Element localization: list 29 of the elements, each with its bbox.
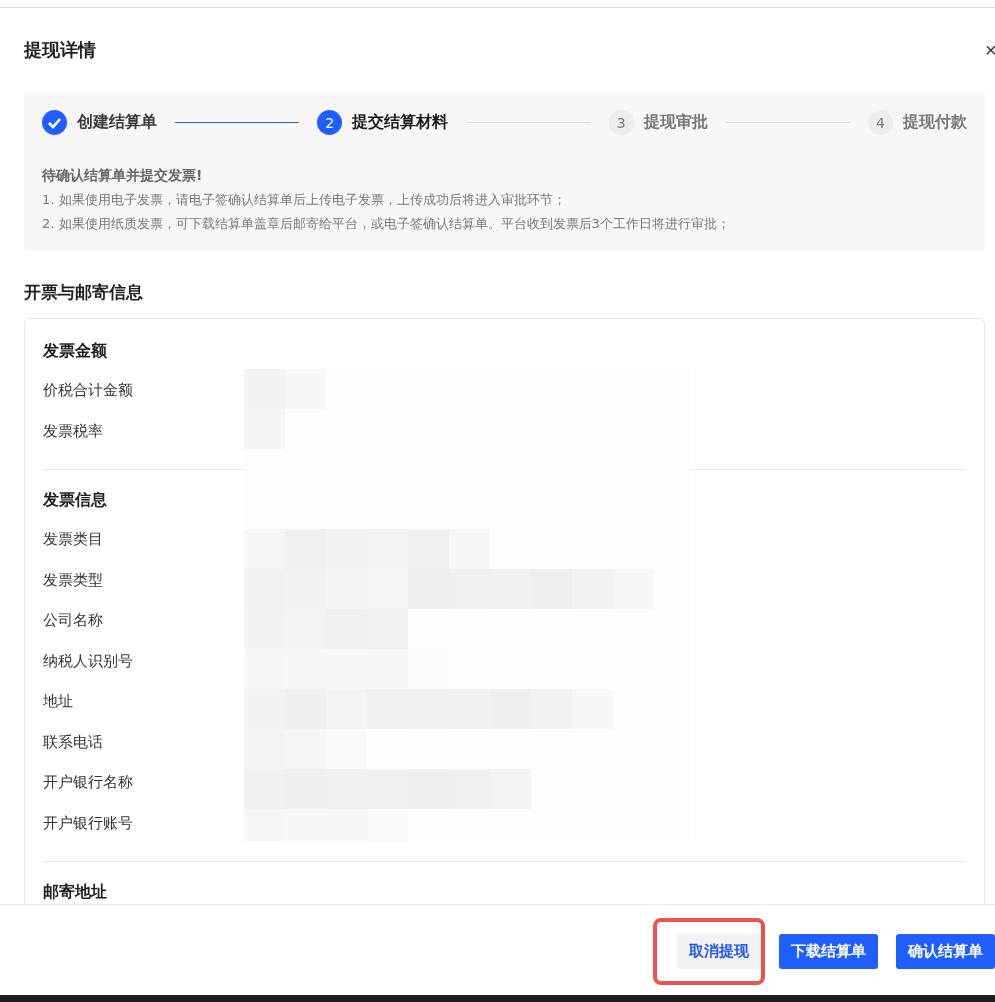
step-number: 2	[317, 110, 343, 135]
notice-text: 2. 如果使用纸质发票，可下载结算单盖章后邮寄给平台，或电子签确认结算单。平台收到发票后3个工作日将进行审批；	[42, 215, 731, 233]
step-label: 提现审批	[643, 112, 708, 133]
field-label: 地址	[43, 691, 74, 712]
field-label: 发票税率	[43, 420, 104, 442]
group-title: 发票金额	[43, 341, 108, 362]
step-number: 3	[608, 110, 634, 135]
dialog-title: 提现详情	[24, 38, 96, 62]
section-title: 开票与邮寄信息	[24, 281, 144, 304]
field-label: 价税合计金额	[43, 380, 134, 401]
field-label: 发票类目	[43, 529, 104, 550]
primary-button[interactable]: 确认结算单	[896, 933, 995, 969]
group-title: 邮寄地址	[43, 882, 108, 903]
notice-text: 1. 如果使用电子发票，请电子签确认结算单后上传电子发票，上传成功后将进入审批环节；	[42, 191, 567, 209]
group-title: 发票信息	[43, 490, 108, 511]
step-label: 创建结算单	[77, 112, 157, 133]
field-label: 开户银行名称	[43, 772, 134, 793]
step-number: 4	[868, 110, 893, 135]
step-label: 提交结算材料	[352, 112, 449, 133]
field-label: 开户银行账号	[43, 812, 134, 834]
close-button[interactable]: ×	[985, 38, 995, 62]
notice-heading: 待确认结算单并提交发票!	[42, 167, 204, 185]
primary-button[interactable]: 下载结算单	[779, 933, 878, 969]
field-label: 公司名称	[43, 610, 104, 631]
field-label: 联系电话	[43, 731, 104, 753]
field-label: 发票类型	[43, 569, 104, 591]
field-label: 纳税人识别号	[43, 650, 134, 672]
cancel-button[interactable]: 取消提现	[677, 933, 761, 969]
step-label: 提现付款	[903, 112, 967, 133]
